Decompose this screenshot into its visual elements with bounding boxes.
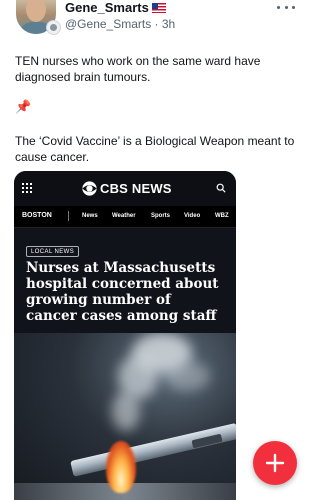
- nav-divider: [68, 211, 69, 221]
- smoke-plume: [164, 361, 210, 391]
- avatar-face: [26, 0, 46, 22]
- cbs-eye-icon: [82, 181, 97, 196]
- smoke-plume: [112, 391, 140, 431]
- post-text-1: TEN nurses who work on the same ward hav…: [15, 54, 261, 84]
- syringe: [70, 422, 236, 477]
- nav-item-sports: Sports: [151, 213, 171, 219]
- author-handle-and-time[interactable]: @Gene_Smarts · 3h: [65, 17, 175, 31]
- flame: [106, 441, 136, 493]
- author-display-name[interactable]: Gene_Smarts: [65, 0, 149, 15]
- search-icon: [216, 183, 226, 193]
- avatar-badge-icon: [46, 20, 61, 35]
- nav-item-news: News: [82, 213, 98, 219]
- nav-city: BOSTON: [22, 212, 52, 219]
- author-name-row[interactable]: Gene_Smarts: [65, 0, 166, 15]
- cbs-nav-bar: BOSTON News Weather Sports Video WBZ: [14, 206, 236, 228]
- cbs-news-logo: CBS NEWS: [82, 181, 172, 196]
- pushpin-icon: 📌: [15, 99, 32, 114]
- nav-item-wbz: WBZ: [215, 213, 229, 219]
- post: Gene_Smarts @Gene_Smarts · 3h TEN nurses…: [0, 0, 307, 500]
- more-options-icon[interactable]: [277, 2, 295, 12]
- compose-fab-button[interactable]: [253, 441, 297, 485]
- plus-icon: [265, 453, 285, 473]
- us-flag-icon: [151, 3, 166, 13]
- article-headline: Nurses at Massachusetts hospital concern…: [26, 260, 219, 324]
- nav-item-weather: Weather: [112, 213, 136, 219]
- media-image[interactable]: CBS NEWS BOSTON News Weather Sports Vide…: [14, 171, 236, 500]
- article-photo: [14, 333, 236, 500]
- grid-menu-icon: [22, 183, 32, 193]
- local-news-tag: LOCAL NEWS: [26, 246, 80, 257]
- cbs-brand-text: CBS NEWS: [100, 181, 172, 196]
- nav-item-video: Video: [184, 213, 201, 219]
- post-text-2: The ‘Covid Vaccine’ is a Biological Weap…: [15, 134, 295, 164]
- cbs-header: CBS NEWS: [14, 171, 236, 206]
